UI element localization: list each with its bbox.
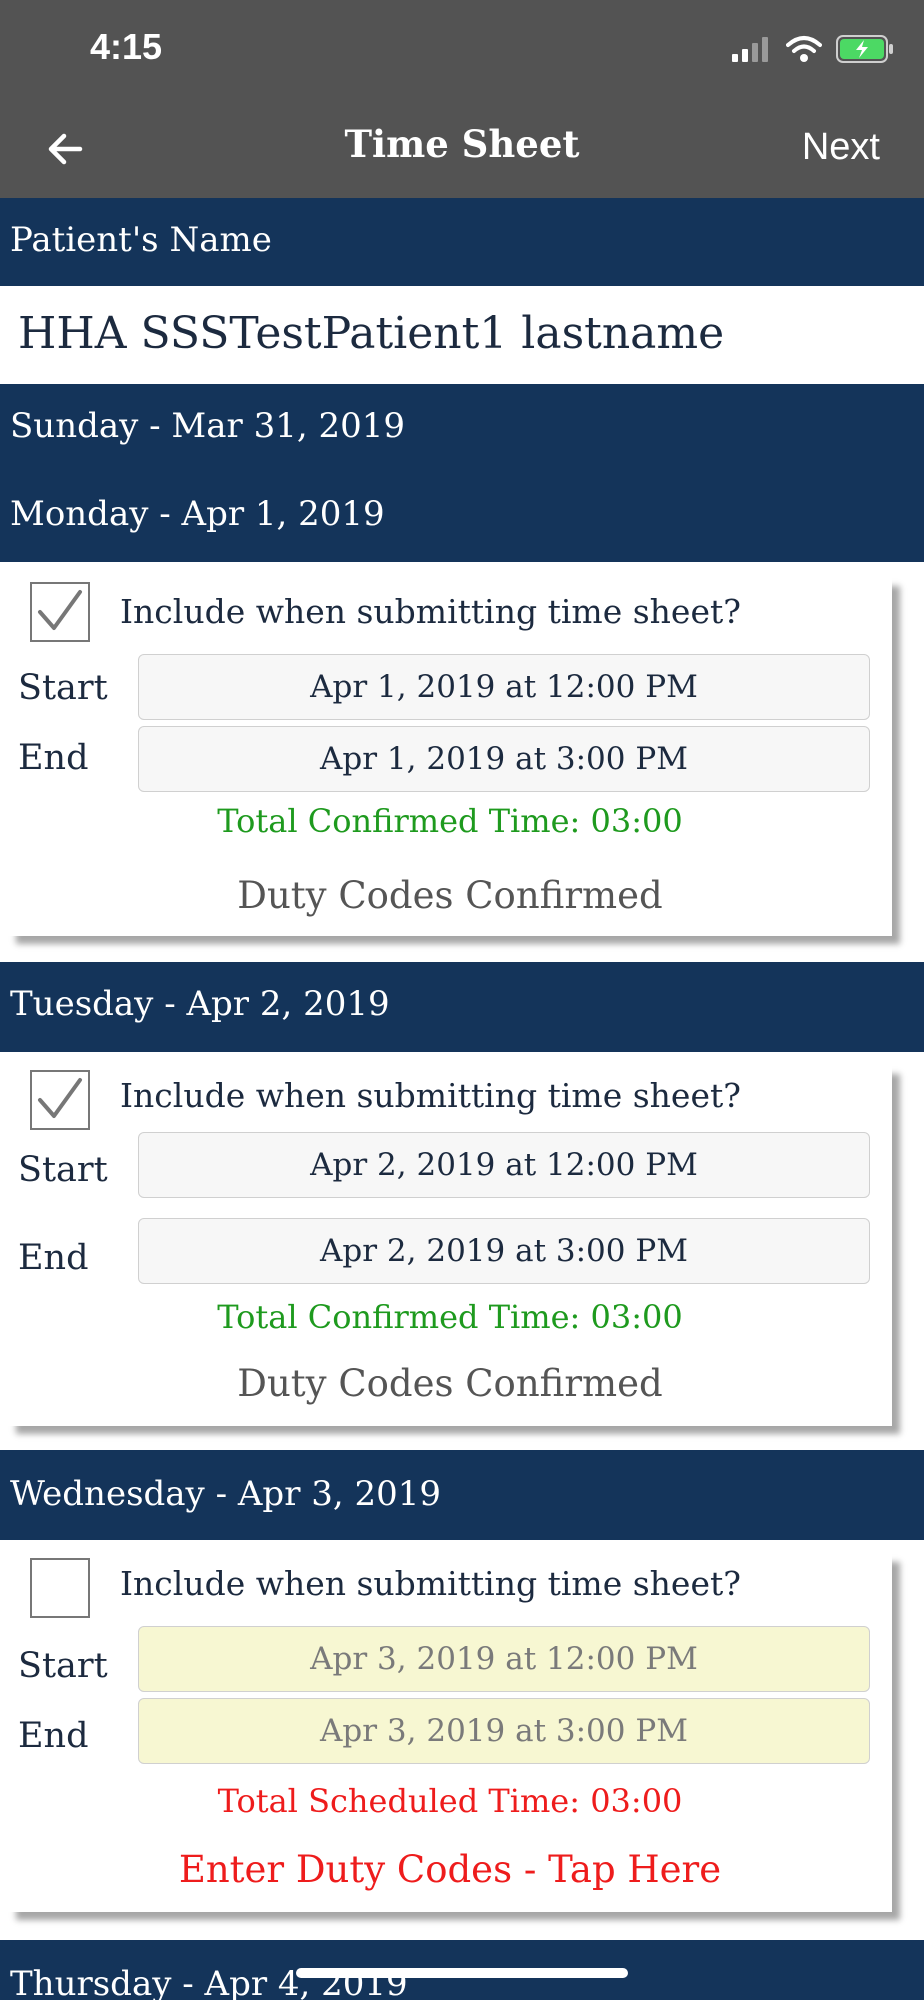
- start-time-field[interactable]: Apr 2, 2019 at 12:00 PM: [138, 1132, 870, 1198]
- include-label: Include when submitting time sheet?: [120, 1564, 741, 1603]
- time-entry-card-tuesday: Include when submitting time sheet? Star…: [8, 1066, 892, 1426]
- status-time: 4:15: [90, 26, 163, 67]
- day-header-wednesday[interactable]: Wednesday - Apr 3, 2019: [10, 1474, 441, 1514]
- end-time-field[interactable]: Apr 1, 2019 at 3:00 PM: [138, 726, 870, 792]
- end-label: End: [18, 738, 89, 778]
- day-header-sunday[interactable]: Sunday - Mar 31, 2019: [10, 406, 405, 446]
- checkmark-icon: [38, 590, 82, 630]
- end-time-field[interactable]: Apr 3, 2019 at 3:00 PM: [138, 1698, 870, 1764]
- include-label: Include when submitting time sheet?: [120, 592, 741, 631]
- time-entry-card-monday: Include when submitting time sheet? Star…: [8, 578, 892, 936]
- patient-name: HHA SSSTestPatient1 lastname: [18, 308, 725, 359]
- page-title: Time Sheet: [344, 122, 580, 166]
- start-label: Start: [18, 668, 108, 708]
- day-header-band: Sunday - Mar 31, 2019 Monday - Apr 1, 20…: [0, 384, 924, 562]
- signal-icon: [732, 37, 768, 62]
- include-checkbox[interactable]: [30, 1070, 90, 1130]
- day-header-band: Tuesday - Apr 2, 2019: [0, 962, 924, 1052]
- checkmark-icon: [38, 1078, 82, 1118]
- status-icons: [732, 34, 894, 64]
- end-label: End: [18, 1716, 89, 1756]
- duty-codes-status[interactable]: Duty Codes Confirmed: [8, 1362, 892, 1405]
- battery-charging-icon: [836, 35, 893, 63]
- home-indicator[interactable]: [296, 1968, 628, 1978]
- end-time-field[interactable]: Apr 2, 2019 at 3:00 PM: [138, 1218, 870, 1284]
- start-time-field[interactable]: Apr 3, 2019 at 12:00 PM: [138, 1626, 870, 1692]
- start-label: Start: [18, 1150, 108, 1190]
- end-label: End: [18, 1238, 89, 1278]
- status-bar: 4:15: [0, 0, 924, 100]
- day-header-monday[interactable]: Monday - Apr 1, 2019: [10, 494, 385, 534]
- time-entry-card-wednesday: Include when submitting time sheet? Star…: [8, 1554, 892, 1912]
- patient-label-band: Patient's Name: [0, 198, 924, 286]
- nav-bar: Time Sheet Next: [0, 100, 924, 198]
- start-time-field[interactable]: Apr 1, 2019 at 12:00 PM: [138, 654, 870, 720]
- include-checkbox[interactable]: [30, 1558, 90, 1618]
- day-header-band: Wednesday - Apr 3, 2019: [0, 1450, 924, 1540]
- patient-label: Patient's Name: [10, 220, 272, 260]
- next-button[interactable]: Next: [802, 126, 880, 169]
- day-header-tuesday[interactable]: Tuesday - Apr 2, 2019: [10, 984, 390, 1024]
- include-checkbox[interactable]: [30, 582, 90, 642]
- duty-codes-status[interactable]: Duty Codes Confirmed: [8, 874, 892, 917]
- enter-duty-codes-link[interactable]: Enter Duty Codes - Tap Here: [8, 1848, 892, 1891]
- start-label: Start: [18, 1646, 108, 1686]
- total-time-text: Total Scheduled Time: 03:00: [217, 1782, 683, 1820]
- include-label: Include when submitting time sheet?: [120, 1076, 741, 1115]
- wifi-icon: [786, 36, 822, 62]
- total-time-text: Total Confirmed Time: 03:00: [217, 802, 683, 840]
- total-time-text: Total Confirmed Time: 03:00: [217, 1298, 683, 1336]
